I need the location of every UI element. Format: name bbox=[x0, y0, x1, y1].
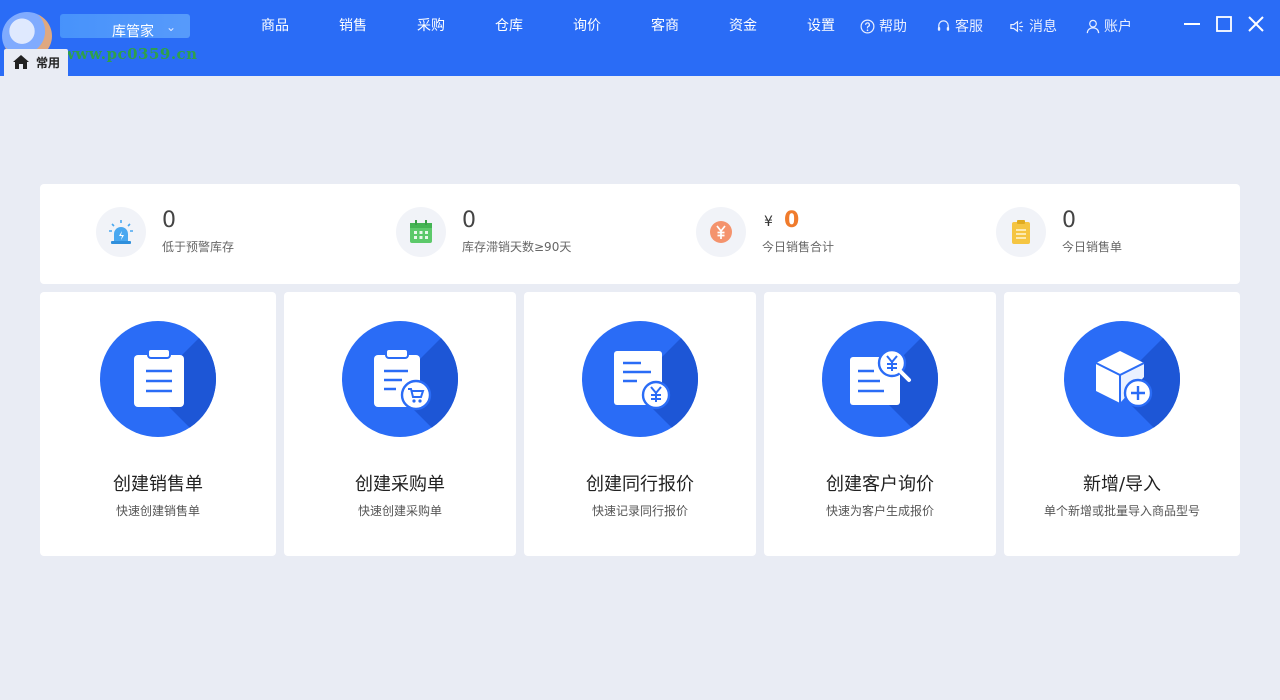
card-icon-circle bbox=[822, 321, 938, 437]
clipboard-icon bbox=[134, 348, 184, 407]
alarm-icon bbox=[109, 220, 133, 244]
card-icon-circle bbox=[100, 321, 216, 437]
document-search-yen-icon bbox=[850, 348, 911, 405]
top-bar: 库管家 ⌄ www.pc0359.cn 商品 销售 采购 仓库 询价 客商 资金… bbox=[0, 0, 1280, 76]
account-link[interactable]: 账户 bbox=[1086, 16, 1132, 36]
stat-icon-wrap bbox=[96, 207, 146, 257]
minimize-icon[interactable] bbox=[1182, 14, 1202, 34]
calendar-icon bbox=[410, 220, 432, 243]
card-icon-circle bbox=[342, 321, 458, 437]
clipboard-icon bbox=[1012, 220, 1030, 244]
stat-value: 0 bbox=[784, 208, 800, 233]
stat-label: 今日销售单 bbox=[1062, 240, 1123, 254]
nav-item-partners[interactable]: 客商 bbox=[626, 0, 704, 52]
stat-label: 今日销售合计 bbox=[762, 240, 835, 254]
stat-label: 低于预警库存 bbox=[162, 240, 235, 254]
stat-icon-wrap bbox=[396, 207, 446, 257]
nav-item-warehouse[interactable]: 仓库 bbox=[470, 0, 548, 52]
main-nav: 商品 销售 采购 仓库 询价 客商 资金 设置 bbox=[236, 0, 860, 52]
nav-item-goods[interactable]: 商品 bbox=[236, 0, 314, 52]
headset-icon bbox=[937, 19, 950, 31]
user-icon bbox=[1086, 19, 1100, 33]
card-icon-circle bbox=[582, 321, 698, 437]
card-subtitle: 快速为客户生成报价 bbox=[825, 504, 934, 518]
help-link[interactable]: 帮助 bbox=[860, 16, 907, 36]
card-title: 创建采购单 bbox=[355, 474, 445, 495]
app-brand[interactable]: 库管家 bbox=[112, 21, 154, 41]
card-icon-circle bbox=[1064, 321, 1180, 437]
close-icon[interactable] bbox=[1246, 14, 1266, 34]
customer-service-link[interactable]: 客服 bbox=[936, 16, 983, 36]
speaker-icon bbox=[1010, 20, 1024, 32]
action-card-create-sales-order[interactable]: 创建销售单 快速创建销售单 bbox=[40, 292, 276, 556]
service-label: 客服 bbox=[955, 19, 983, 35]
watermark-text: www.pc0359.cn bbox=[62, 45, 198, 63]
card-title: 创建客户询价 bbox=[826, 474, 934, 495]
nav-item-settings[interactable]: 设置 bbox=[782, 0, 860, 52]
action-card-add-import[interactable]: 新增/导入 单个新增或批量导入商品型号 bbox=[1004, 292, 1240, 556]
nav-item-purchase[interactable]: 采购 bbox=[392, 0, 470, 52]
stat-label: 库存滞销天数≥90天 bbox=[462, 240, 572, 254]
card-title: 创建同行报价 bbox=[586, 474, 694, 495]
action-card-create-customer-inquiry[interactable]: 创建客户询价 快速为客户生成报价 bbox=[764, 292, 996, 556]
stat-today-sales-orders[interactable]: 0 今日销售单 bbox=[996, 206, 1276, 262]
stat-value: 0 bbox=[1062, 208, 1076, 233]
stat-icon-wrap bbox=[696, 207, 746, 257]
nav-item-funds[interactable]: 资金 bbox=[704, 0, 782, 52]
help-icon bbox=[860, 19, 875, 33]
box-add-icon bbox=[1095, 351, 1153, 408]
tab-home-label: 常用 bbox=[36, 56, 61, 70]
stat-slow-moving[interactable]: 0 库存滞销天数≥90天 bbox=[396, 206, 676, 262]
card-subtitle: 单个新增或批量导入商品型号 bbox=[1043, 504, 1200, 518]
message-label: 消息 bbox=[1029, 19, 1057, 35]
action-card-create-peer-quote[interactable]: 创建同行报价 快速记录同行报价 bbox=[524, 292, 756, 556]
card-title: 新增/导入 bbox=[1082, 474, 1162, 495]
chevron-down-icon[interactable]: ⌄ bbox=[166, 20, 176, 34]
card-title: 创建销售单 bbox=[113, 474, 203, 495]
document-yen-icon bbox=[614, 351, 671, 410]
currency-symbol: ¥ bbox=[764, 214, 773, 230]
card-subtitle: 快速创建采购单 bbox=[357, 504, 442, 518]
home-icon bbox=[13, 55, 29, 69]
nav-item-inquiry[interactable]: 询价 bbox=[548, 0, 626, 52]
maximize-icon[interactable] bbox=[1214, 14, 1234, 34]
nav-item-sales[interactable]: 销售 bbox=[314, 0, 392, 52]
tab-home[interactable]: 常用 bbox=[4, 49, 68, 76]
action-card-create-purchase-order[interactable]: 创建采购单 快速创建采购单 bbox=[284, 292, 516, 556]
stats-panel: 0 低于预警库存 0 库存滞销天数≥90天 ¥ 0 今日销售合计 0 今日销售单 bbox=[40, 184, 1240, 284]
stat-value: 0 bbox=[462, 208, 476, 233]
clipboard-cart-icon bbox=[374, 348, 432, 411]
account-label: 账户 bbox=[1104, 19, 1132, 35]
card-subtitle: 快速创建销售单 bbox=[115, 504, 200, 518]
stat-low-stock[interactable]: 0 低于预警库存 bbox=[96, 206, 376, 262]
stat-icon-wrap bbox=[996, 207, 1046, 257]
card-subtitle: 快速记录同行报价 bbox=[591, 504, 688, 518]
stat-today-sales-total[interactable]: ¥ 0 今日销售合计 bbox=[696, 206, 976, 262]
stat-value: 0 bbox=[162, 208, 176, 233]
yen-icon bbox=[710, 221, 732, 243]
help-label: 帮助 bbox=[879, 19, 907, 35]
messages-link[interactable]: 消息 bbox=[1009, 16, 1057, 36]
